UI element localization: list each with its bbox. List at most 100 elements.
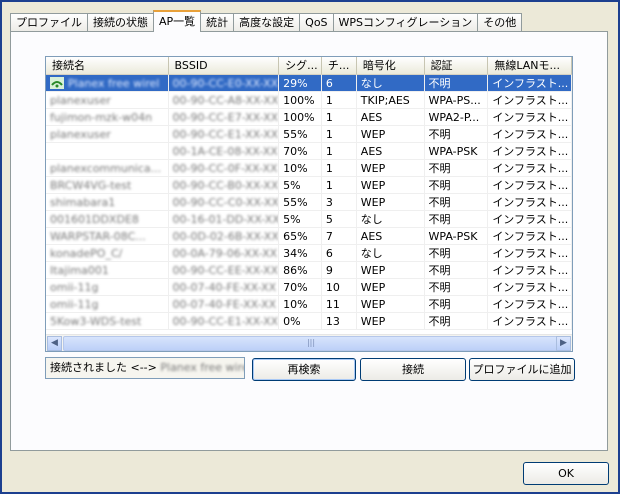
cell-bssid-text: 00-0D-02-6B-XX-XX (172, 230, 279, 243)
cell-signal: 100% (279, 92, 322, 108)
cell-name: konadePO_C/ (46, 245, 169, 261)
cell-channel-text: 1 (325, 111, 333, 124)
cell-signal: 5% (279, 211, 322, 227)
cell-name: BRCW4VG-test (46, 177, 169, 193)
scroll-left-icon[interactable]: ◀ (47, 336, 62, 351)
cell-mode-text: インフラスト... (492, 111, 569, 124)
cell-channel: 1 (322, 92, 357, 108)
cell-signal-text: 100% (283, 111, 315, 124)
cell-name: planexuser (46, 92, 169, 108)
cell-mode-text: インフラスト... (492, 94, 569, 107)
cell-signal: 100% (279, 109, 322, 125)
cell-channel-text: 6 (325, 247, 333, 260)
tab-connection-status[interactable]: 接続の状態 (87, 13, 154, 32)
column-header-auth[interactable]: 認証 (424, 57, 489, 74)
cell-encryption: AES (357, 228, 425, 244)
table-row[interactable]: WARPSTAR-08C... 00-0D-02-6B-XX-XX 65% 7 AES W… (46, 228, 572, 245)
cell-auth-text: 不明 (428, 179, 451, 192)
table-row[interactable]: 001601DDXDE8 00-16-01-DD-XX-XX 5% 5 なし 不明 インフラ… (46, 211, 572, 228)
tab-qos[interactable]: QoS (299, 13, 334, 32)
cell-auth-text: 不明 (428, 213, 451, 226)
cell-channel: 10 (322, 279, 357, 295)
cell-auth-text: 不明 (428, 77, 451, 90)
cell-signal: 10% (279, 160, 322, 176)
cell-channel-text: 6 (325, 77, 333, 90)
table-row[interactable]: planexcommunica... 00-90-CC-0F-XX-XX 10% 1 W… (46, 160, 572, 177)
cell-encryption: WEP (357, 194, 425, 210)
cell-name: shimabara1 (46, 194, 169, 210)
column-header-signal[interactable]: シグ... (279, 57, 322, 74)
ok-button[interactable]: OK (523, 462, 609, 485)
cell-auth: 不明 (425, 75, 489, 91)
cell-signal-text: 5% (283, 179, 301, 192)
cell-signal: 70% (279, 279, 322, 295)
tab-ap-list[interactable]: AP一覧 (153, 10, 202, 32)
scroll-thumb[interactable]: ||| (63, 336, 559, 351)
cell-encryption-text: AES (360, 145, 383, 158)
cell-auth: 不明 (425, 211, 489, 227)
table-row[interactable]: fujimon-mzk-w04n 00-90-CC-E7-XX-XX 100% 1 AE… (46, 109, 572, 126)
cell-signal-text: 5% (283, 213, 301, 226)
cell-encryption: なし (357, 75, 425, 91)
cell-name: Planex free wirel (46, 75, 169, 91)
table-row[interactable]: shimabara1 00-90-CC-C0-XX-XX 55% 3 WEP 不明 インフラ… (46, 194, 572, 211)
column-header-mode[interactable]: 無線LANモ... (488, 57, 572, 74)
table-row[interactable]: 00-1A-CE-08-XX-XX 70% 1 AES WPA-PSK インフラスト... (46, 143, 572, 160)
table-row[interactable]: omii-11g 00-07-40-FE-XX-XX 70% 10 WEP 不明 インフラス… (46, 279, 572, 296)
table-row[interactable]: planexuser 00-90-CC-A8-XX-XX 100% 1 TKIP;AES… (46, 92, 572, 109)
tab-profile[interactable]: プロファイル (10, 13, 88, 32)
cell-bssid-text: 00-07-40-FE-XX-XX (172, 281, 277, 294)
cell-mode: インフラスト... (488, 228, 572, 244)
cell-channel: 1 (322, 177, 357, 193)
cell-mode-text: インフラスト... (492, 77, 569, 90)
column-header-name[interactable]: 接続名 (46, 57, 169, 74)
column-header-encryption[interactable]: 暗号化 (356, 57, 425, 74)
cell-bssid-text: 00-90-CC-0F-XX-XX (172, 162, 278, 175)
cell-auth: 不明 (425, 194, 489, 210)
column-header-bssid[interactable]: BSSID (168, 57, 280, 74)
horizontal-scrollbar[interactable]: ◀ ||| ▶ (46, 334, 572, 351)
cell-auth-text: 不明 (428, 315, 451, 328)
cell-channel-text: 1 (325, 128, 333, 141)
cell-signal-text: 29% (283, 77, 308, 90)
add-to-profile-button[interactable]: プロファイルに追加 (469, 358, 575, 381)
cell-signal: 70% (279, 143, 322, 159)
ap-list-table[interactable]: 接続名 BSSID シグ... チ... 暗号化 認証 無線LANモ... Pl… (45, 56, 573, 352)
table-row[interactable]: planexuser 00-90-CC-E1-XX-XX 55% 1 WEP 不明 インフラ… (46, 126, 572, 143)
cell-name: omii-11g (46, 279, 169, 295)
tab-wps[interactable]: WPSコンフィグレーション (332, 13, 479, 32)
tab-other[interactable]: その他 (477, 13, 523, 32)
cell-auth-text: 不明 (428, 128, 451, 141)
tab-statistics[interactable]: 統計 (200, 13, 235, 32)
cell-mode-text: インフラスト... (492, 247, 569, 260)
table-row[interactable]: Itajima001 00-90-CC-EE-XX-XX 86% 9 WEP 不明 インフラ… (46, 262, 572, 279)
cell-signal-text: 55% (283, 196, 308, 209)
cell-mode: インフラスト... (488, 75, 572, 91)
table-row[interactable]: omii-11g 00-07-40-FE-XX-XX 10% 11 WEP 不明 インフラス… (46, 296, 572, 313)
cell-signal: 34% (279, 245, 322, 261)
rescan-button[interactable]: 再検索 (252, 358, 356, 381)
tab-advanced[interactable]: 高度な設定 (233, 13, 301, 32)
cell-auth-text: 不明 (428, 298, 451, 311)
cell-bssid: 00-90-CC-E0-XX-XX (169, 75, 280, 91)
cell-encryption-text: WEP (360, 179, 386, 192)
cell-name-text: WARPSTAR-08C... (50, 230, 146, 243)
connect-button[interactable]: 接続 (360, 358, 466, 381)
cell-channel-text: 7 (325, 230, 333, 243)
table-row[interactable]: konadePO_C/00-0A-79-06-XX-XX 34% 6 なし 不明 インフラ… (46, 245, 572, 262)
cell-channel-text: 10 (325, 281, 340, 294)
cell-mode-text: インフラスト... (492, 315, 569, 328)
table-row[interactable]: 5Kow3-WDS-test 00-90-CC-E1-XX-XX 0% 13 WEP 不明… (46, 313, 572, 330)
cell-signal-text: 10% (283, 298, 308, 311)
cell-name: 001601DDXDE8 (46, 211, 169, 227)
table-row[interactable]: BRCW4VG-test 00-90-CC-B0-XX-XX 5% 1 WEP 不明 インフ… (46, 177, 572, 194)
table-row[interactable]: Planex free wirel 00-90-CC-E0-XX-XX 29% 6 なし… (46, 75, 572, 92)
column-header-channel[interactable]: チ... (321, 57, 357, 74)
cell-mode-text: インフラスト... (492, 128, 569, 141)
cell-channel: 1 (322, 126, 357, 142)
cell-auth: WPA2-P... (425, 109, 489, 125)
cell-mode-text: インフラスト... (492, 213, 569, 226)
scroll-right-icon[interactable]: ▶ (556, 336, 571, 351)
cell-signal-text: 34% (283, 247, 308, 260)
cell-auth-text: WPA-PSK (428, 230, 478, 243)
